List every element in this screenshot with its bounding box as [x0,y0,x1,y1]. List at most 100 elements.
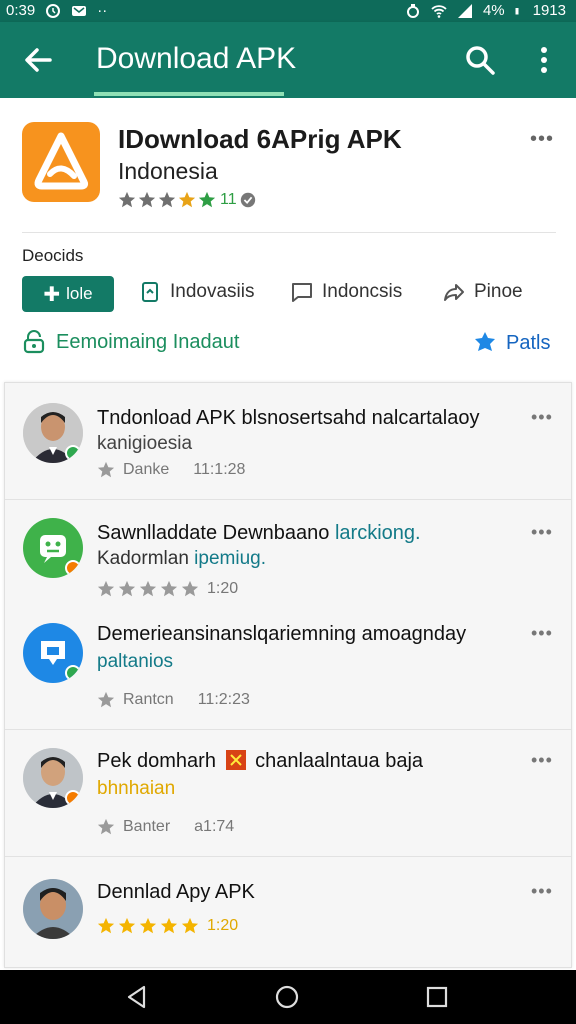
item-more-icon[interactable]: ••• [531,623,553,644]
bookmark-icon [142,282,158,302]
item-meta: 1:20 [97,580,238,598]
app-rating: 11 [118,191,257,209]
star-icon [97,917,115,934]
chip-label: Indovasiis [170,281,255,302]
item-more-icon[interactable]: ••• [531,881,553,902]
item-title: Tndonload APK blsnosertsahd nalcartalaoy [97,407,480,429]
patls-label: Patls [506,331,551,354]
app-header-card: IDownload 6APrig APK Indonesia 11 ••• De… [0,98,576,376]
star-icon [97,580,115,597]
item-subtitle: Kadormlan ipemiug. [97,548,266,570]
vibrate-icon [406,3,419,18]
notification-dots-icon: ·· [97,2,108,19]
star-icon [139,917,157,934]
item-more-icon[interactable]: ••• [531,407,553,428]
list-item[interactable]: Demerieansinanslqariemning amoagnday pal… [5,611,571,729]
recents-icon[interactable] [424,984,450,1010]
item-subtitle-accent: ipemiug. [194,548,266,569]
item-title: Dennlad Apy APK [97,881,255,903]
rating-stars [97,917,199,935]
share-icon [444,284,464,301]
primary-chip-label: lole [66,284,93,303]
mail-icon [72,5,87,16]
item-meta: Rantcn 11:2:23 [97,691,250,709]
meta-label: Banter [123,818,171,835]
star-icon [97,818,115,835]
app-subtitle: Indonesia [118,158,218,184]
meta-label: Danke [123,461,170,478]
badge [65,560,81,576]
back-arrow-icon[interactable] [20,42,56,78]
meta-time: 11:1:28 [193,461,246,478]
item-title-main: Pek domharh [97,750,216,772]
star-icon [198,191,216,208]
star-icon [158,191,176,208]
overflow-menu-icon[interactable] [530,42,558,78]
system-nav-bar [0,970,576,1024]
meta-label: Rantcn [123,691,174,708]
item-meta: 1:20 [97,917,238,935]
list-item[interactable]: Pek domharh chanlaalntaua baja bhnhaian … [5,730,571,856]
search-icon[interactable] [462,42,498,78]
badge [65,665,81,681]
item-subtitle: kanigioesia [97,433,193,454]
list-item[interactable]: Sawnlladdate Dewnbaano larckiong. Kadorm… [5,500,571,610]
star-icon [178,191,196,208]
app-logo[interactable] [22,122,100,202]
list-item[interactable]: Dennlad Apy APK 1:20 ••• [5,857,571,967]
wifi-icon [431,4,447,18]
rating-stars [97,580,199,598]
chip-indoncsis[interactable]: Indoncsis [290,280,402,304]
star-icon [97,461,115,478]
status-time: 0:39 [6,2,36,19]
item-more-icon[interactable]: ••• [531,750,553,771]
comment-icon [292,283,312,302]
star-icon [181,917,199,934]
list-item[interactable]: Tndonload APK blsnosertsahd nalcartalaoy… [5,383,571,499]
item-title: Sawnlladdate Dewnbaano larckiong. [97,522,421,545]
tab-indicator [94,92,284,96]
avatar [23,518,83,578]
lock-icon [23,330,45,354]
item-subtitle-main: Kadormlan [97,548,189,569]
battery-icon [515,7,519,14]
app-more-icon[interactable]: ••• [530,128,554,151]
puzzle-icon [475,332,495,351]
chip-label: Pinoe [474,281,523,302]
star-icon [138,191,156,208]
item-meta: Danke 11:1:28 [97,461,245,479]
install-label: Eemoimaing Inadaut [56,330,240,353]
alarm-icon [46,3,61,18]
meta-time: 11:2:23 [197,691,250,708]
install-link[interactable]: Eemoimaing Inadaut [22,330,239,354]
meta-time: 1:20 [207,917,239,934]
star-icon [139,580,157,597]
status-clock: 1913 [532,2,566,19]
plus-icon: ✚ [43,283,61,306]
app-toolbar: Download APK [0,22,576,98]
primary-chip[interactable]: ✚ lole [22,276,114,312]
star-icon [181,580,199,597]
item-title: Demerieansinanslqariemning amoagnday [97,623,467,645]
item-title-main: Sawnlladdate Dewnbaano [97,522,330,544]
section-label: Deocids [22,246,84,265]
item-title-accent: larckiong. [334,522,421,544]
chip-indovasiis[interactable]: Indovasiis [138,280,255,304]
star-icon [160,580,178,597]
item-subtitle: bhnhaian [97,778,176,799]
divider [22,232,556,233]
back-icon[interactable] [124,984,150,1010]
home-icon[interactable] [274,984,300,1010]
toolbar-title: Download APK [96,42,297,75]
meta-time: a1:74 [194,818,235,835]
chip-share[interactable]: Pinoe [442,280,523,304]
item-more-icon[interactable]: ••• [531,522,553,543]
rating-count: 11 [220,191,237,208]
avatar [23,403,83,463]
star-icon [97,691,115,708]
patls-link[interactable]: Patls [472,330,550,356]
app-name: IDownload 6APrig APK [118,124,402,154]
star-icon [118,580,136,597]
star-icon [160,917,178,934]
signal-icon [457,3,472,18]
